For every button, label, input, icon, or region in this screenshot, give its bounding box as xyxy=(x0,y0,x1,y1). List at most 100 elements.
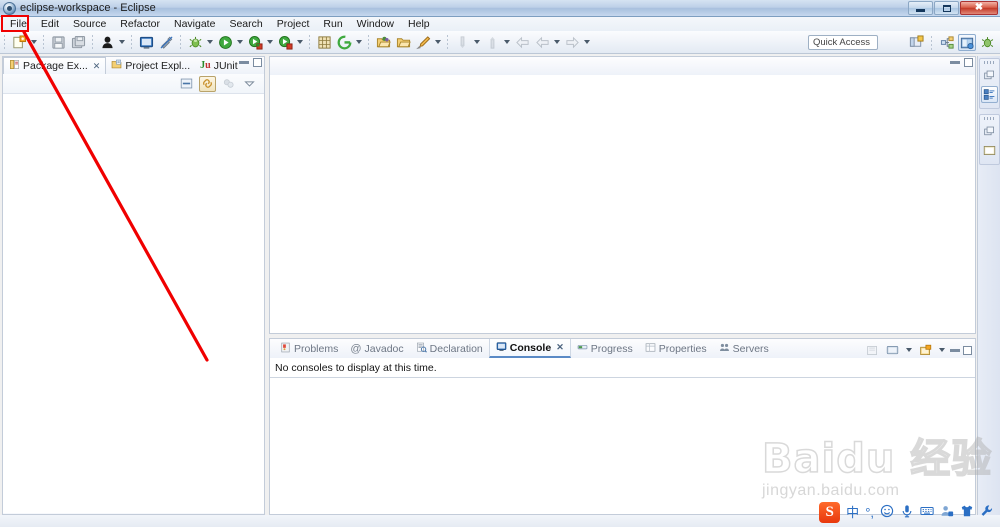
save-all-icon[interactable] xyxy=(69,33,87,51)
open-type-icon[interactable] xyxy=(98,33,116,51)
git-icon[interactable] xyxy=(335,33,353,51)
focus-on-active-task-icon[interactable] xyxy=(220,76,237,92)
ime-skin-icon[interactable] xyxy=(960,504,974,520)
back-icon[interactable] xyxy=(513,33,531,51)
editor-content[interactable] xyxy=(270,75,975,333)
maximize-icon xyxy=(942,4,951,12)
new-wizard-icon[interactable] xyxy=(10,33,28,51)
toolbar-separator xyxy=(131,35,132,49)
external-tools-arrow[interactable] xyxy=(265,33,275,51)
open-perspective-icon[interactable] xyxy=(907,34,925,51)
prev-annotation-icon[interactable] xyxy=(453,33,471,51)
perspective-switcher xyxy=(907,34,996,51)
perspective-separator xyxy=(931,35,932,50)
debug-arrow[interactable] xyxy=(205,33,215,51)
perspective-debug-icon[interactable] xyxy=(978,34,996,51)
quick-access-input[interactable]: Quick Access xyxy=(808,35,878,50)
open-folder-icon[interactable] xyxy=(374,33,392,51)
view-tab-declaration[interactable]: Declaration xyxy=(410,339,489,358)
view-tab-problems[interactable]: Problems xyxy=(274,339,344,358)
minimize-button[interactable] xyxy=(908,1,933,15)
open-type-arrow[interactable] xyxy=(117,33,127,51)
view-menu-icon[interactable] xyxy=(241,76,258,92)
clear-console-icon[interactable] xyxy=(864,342,881,358)
drag-handle[interactable] xyxy=(983,61,995,64)
save-icon[interactable] xyxy=(49,33,67,51)
coverage-arrow[interactable] xyxy=(295,33,305,51)
package-explorer-tree[interactable] xyxy=(3,94,264,513)
view-tab-progress[interactable]: Progress xyxy=(571,339,639,358)
menu-item-project[interactable]: Project xyxy=(270,17,317,31)
menu-item-file[interactable]: File xyxy=(3,17,34,31)
menu-item-search[interactable]: Search xyxy=(222,17,269,31)
debug-icon[interactable] xyxy=(186,33,204,51)
view-tab-servers[interactable]: Servers xyxy=(713,339,775,358)
run-arrow[interactable] xyxy=(235,33,245,51)
view-tab-console[interactable]: Console ✕ xyxy=(488,339,571,358)
editor-stack-buttons xyxy=(950,58,973,67)
drag-handle[interactable] xyxy=(983,117,995,120)
minimize-editor-button[interactable] xyxy=(950,61,960,64)
collapse-all-icon[interactable] xyxy=(178,76,195,92)
display-console-arrow[interactable] xyxy=(904,341,914,359)
restore-icon[interactable] xyxy=(981,67,998,84)
menu-item-source[interactable]: Source xyxy=(66,17,113,31)
restore-icon[interactable] xyxy=(981,123,998,140)
minimize-icon xyxy=(916,8,925,12)
open-console-arrow[interactable] xyxy=(937,341,947,359)
menu-item-navigate[interactable]: Navigate xyxy=(167,17,222,31)
link-with-editor-icon[interactable] xyxy=(199,75,216,92)
ime-language-chinese[interactable]: 中 xyxy=(846,506,859,519)
pen-arrow[interactable] xyxy=(433,33,443,51)
new-package-icon[interactable] xyxy=(315,33,333,51)
skip-breakpoints-icon[interactable] xyxy=(157,33,175,51)
view-tab-project-explorer[interactable]: Project Expl... xyxy=(106,57,195,74)
editor-fastview-icon[interactable] xyxy=(981,142,998,159)
next-edit-arrow[interactable] xyxy=(582,33,592,51)
forward-icon[interactable] xyxy=(533,33,551,51)
menu-item-run[interactable]: Run xyxy=(316,17,349,31)
minimize-console-button[interactable] xyxy=(950,348,960,352)
ime-tools-icon[interactable] xyxy=(980,504,994,520)
ime-soft-keyboard-icon[interactable] xyxy=(920,504,934,520)
coverage-icon[interactable] xyxy=(276,33,294,51)
new-dropdown-arrow[interactable] xyxy=(29,33,39,51)
maximize-editor-button[interactable] xyxy=(964,58,973,67)
perspective-java-ee-icon[interactable] xyxy=(938,34,956,51)
view-tab-properties[interactable]: Properties xyxy=(639,339,713,358)
perspective-java-icon[interactable] xyxy=(958,34,976,51)
next-annot-arrow[interactable] xyxy=(502,33,512,51)
ime-voice-icon[interactable] xyxy=(900,504,914,520)
maximize-view-button[interactable] xyxy=(253,58,262,67)
open-console-icon[interactable] xyxy=(917,342,934,358)
git-arrow[interactable] xyxy=(354,33,364,51)
maximize-button[interactable] xyxy=(934,1,959,15)
package-explorer-fastview-icon[interactable] xyxy=(980,86,998,103)
external-tools-icon[interactable] xyxy=(246,33,264,51)
maximize-console-button[interactable] xyxy=(963,345,972,355)
menu-item-help[interactable]: Help xyxy=(401,17,437,31)
new-java-class-icon[interactable] xyxy=(137,33,155,51)
display-selected-console-icon[interactable] xyxy=(884,342,901,358)
close-icon[interactable]: ✕ xyxy=(93,61,101,72)
menu-item-window[interactable]: Window xyxy=(350,17,401,31)
run-icon[interactable] xyxy=(216,33,234,51)
minimize-view-button[interactable] xyxy=(239,61,249,64)
sogou-ime-icon[interactable]: S xyxy=(819,501,841,523)
ime-emoji-icon[interactable] xyxy=(880,504,894,520)
forward-arrow[interactable] xyxy=(552,33,562,51)
view-tab-javadoc[interactable]: @ Javadoc xyxy=(344,339,409,358)
ime-user-icon[interactable] xyxy=(940,504,954,520)
prev-annot-arrow[interactable] xyxy=(472,33,482,51)
ime-punctuation-icon[interactable]: °, xyxy=(865,506,874,519)
menu-item-edit[interactable]: Edit xyxy=(34,17,66,31)
menu-item-refactor[interactable]: Refactor xyxy=(113,17,167,31)
view-tab-junit[interactable]: Ju JUnit xyxy=(195,57,243,74)
highlight-pen-icon[interactable] xyxy=(414,33,432,51)
view-tab-package-explorer[interactable]: Package Ex... ✕ xyxy=(3,57,107,74)
close-icon[interactable]: ✕ xyxy=(556,342,564,353)
next-annotation-icon[interactable] xyxy=(483,33,501,51)
close-button[interactable]: ✖ xyxy=(960,1,998,15)
open-folder2-icon[interactable] xyxy=(394,33,412,51)
next-edit-icon[interactable] xyxy=(563,33,581,51)
